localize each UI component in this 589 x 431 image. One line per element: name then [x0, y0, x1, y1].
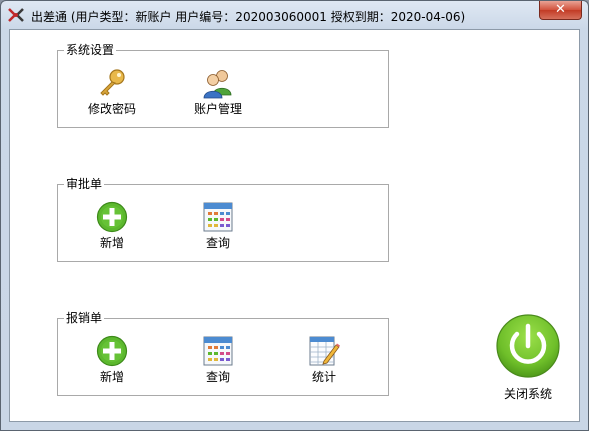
reimburse-query-button[interactable]: 查询 [178, 329, 258, 389]
app-logo-icon [7, 6, 25, 24]
close-icon: ✕ [555, 2, 566, 17]
button-label: 新增 [99, 236, 124, 250]
account-management-button[interactable]: 账户管理 [178, 61, 258, 121]
reimburse-statistics-button[interactable]: 统计 [284, 329, 364, 389]
add-icon [96, 201, 128, 233]
spreadsheet-pencil-icon [308, 335, 340, 367]
power-icon [494, 312, 562, 383]
button-label: 修改密码 [87, 102, 136, 116]
approval-add-button[interactable]: 新增 [72, 195, 152, 255]
reimburse-add-button[interactable]: 新增 [72, 329, 152, 389]
close-system-label: 关闭系统 [503, 387, 552, 401]
add-icon [96, 335, 128, 367]
button-label: 统计 [311, 370, 336, 384]
window-title: 出差通 (用户类型：新账户 用户编号：202003060001 授权到期：202… [31, 10, 466, 24]
group-legend: 报销单 [64, 311, 105, 325]
system-settings-group: 系统设置 修改密码 账户管理 [57, 43, 389, 128]
change-password-button[interactable]: 修改密码 [72, 61, 152, 121]
key-icon [96, 67, 128, 99]
app-window: 出差通 (用户类型：新账户 用户编号：202003060001 授权到期：202… [0, 0, 589, 431]
title-bar[interactable]: 出差通 (用户类型：新账户 用户编号：202003060001 授权到期：202… [1, 1, 588, 29]
reimbursement-form-group: 报销单 新增 查询 统计 [57, 311, 389, 396]
calendar-grid-icon [202, 201, 234, 233]
close-window-button[interactable]: ✕ [539, 1, 582, 20]
calendar-grid-icon [202, 335, 234, 367]
button-label: 新增 [99, 370, 124, 384]
group-legend: 系统设置 [64, 43, 117, 57]
users-icon [202, 67, 234, 99]
client-area: 系统设置 修改密码 账户管理 审批单 新增 查询 报销单 新增 查询 统计 关闭… [9, 29, 580, 422]
approval-form-group: 审批单 新增 查询 [57, 177, 389, 262]
approval-query-button[interactable]: 查询 [178, 195, 258, 255]
button-label: 查询 [205, 370, 230, 384]
button-label: 查询 [205, 236, 230, 250]
close-system-button[interactable]: 关闭系统 [488, 312, 568, 402]
group-legend: 审批单 [64, 177, 105, 191]
button-label: 账户管理 [193, 102, 242, 116]
